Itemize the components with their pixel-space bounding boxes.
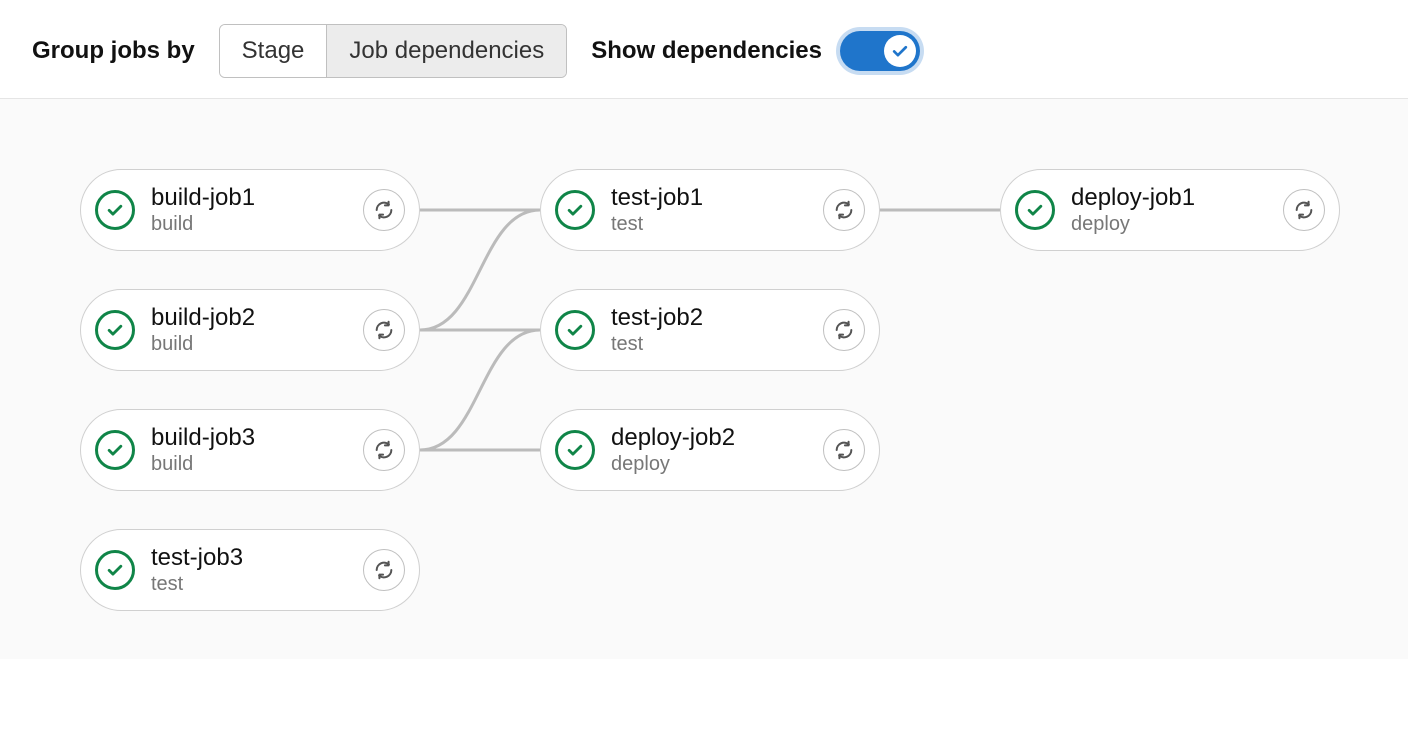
group-by-segmented: Stage Job dependencies xyxy=(219,24,568,78)
job-text: deploy-job2deploy xyxy=(611,424,735,477)
job-pill[interactable]: deploy-job1deploy xyxy=(1000,169,1340,251)
show-dependencies-toggle[interactable] xyxy=(840,31,920,71)
status-passed-icon xyxy=(95,310,135,350)
job-name: deploy-job2 xyxy=(611,424,735,453)
retry-icon[interactable] xyxy=(1283,189,1325,231)
job-pill[interactable]: build-job2build xyxy=(80,289,420,371)
job-name: test-job3 xyxy=(151,544,243,573)
retry-icon[interactable] xyxy=(823,429,865,471)
toggle-knob xyxy=(884,35,916,67)
dependency-link xyxy=(420,210,540,330)
job-text: deploy-job1deploy xyxy=(1071,184,1195,237)
retry-icon[interactable] xyxy=(363,309,405,351)
dependency-link xyxy=(420,330,540,450)
job-name: test-job2 xyxy=(611,304,703,333)
status-passed-icon xyxy=(95,550,135,590)
job-name: build-job1 xyxy=(151,184,255,213)
job-pill[interactable]: build-job3build xyxy=(80,409,420,491)
retry-icon[interactable] xyxy=(363,549,405,591)
job-name: build-job2 xyxy=(151,304,255,333)
job-stage: test xyxy=(611,212,703,236)
status-passed-icon xyxy=(1015,190,1055,230)
retry-icon[interactable] xyxy=(363,189,405,231)
group-by-stage-button[interactable]: Stage xyxy=(220,25,327,77)
job-text: test-job1test xyxy=(611,184,703,237)
group-by-label: Group jobs by xyxy=(32,37,195,65)
job-pill[interactable]: test-job2test xyxy=(540,289,880,371)
status-passed-icon xyxy=(95,430,135,470)
job-pill[interactable]: test-job1test xyxy=(540,169,880,251)
job-name: build-job3 xyxy=(151,424,255,453)
job-name: deploy-job1 xyxy=(1071,184,1195,213)
checkmark-icon xyxy=(890,41,910,61)
job-pill[interactable]: deploy-job2deploy xyxy=(540,409,880,491)
job-text: build-job1build xyxy=(151,184,255,237)
job-stage: deploy xyxy=(611,452,735,476)
job-name: test-job1 xyxy=(611,184,703,213)
job-pill[interactable]: test-job3test xyxy=(80,529,420,611)
pipeline-toolbar: Group jobs by Stage Job dependencies Sho… xyxy=(0,0,1408,99)
retry-icon[interactable] xyxy=(363,429,405,471)
job-text: test-job3test xyxy=(151,544,243,597)
job-text: build-job3build xyxy=(151,424,255,477)
group-by-dependencies-button[interactable]: Job dependencies xyxy=(326,25,566,77)
retry-icon[interactable] xyxy=(823,189,865,231)
show-dependencies-label: Show dependencies xyxy=(591,37,822,65)
status-passed-icon xyxy=(555,430,595,470)
job-stage: build xyxy=(151,212,255,236)
job-stage: test xyxy=(611,332,703,356)
job-pill[interactable]: build-job1build xyxy=(80,169,420,251)
job-stage: build xyxy=(151,332,255,356)
retry-icon[interactable] xyxy=(823,309,865,351)
status-passed-icon xyxy=(95,190,135,230)
job-stage: build xyxy=(151,452,255,476)
job-text: build-job2build xyxy=(151,304,255,357)
job-stage: deploy xyxy=(1071,212,1195,236)
status-passed-icon xyxy=(555,190,595,230)
status-passed-icon xyxy=(555,310,595,350)
job-text: test-job2test xyxy=(611,304,703,357)
show-dependencies-group: Show dependencies xyxy=(591,31,920,71)
pipeline-canvas: build-job1buildbuild-job2buildbuild-job3… xyxy=(0,99,1408,659)
job-stage: test xyxy=(151,572,243,596)
